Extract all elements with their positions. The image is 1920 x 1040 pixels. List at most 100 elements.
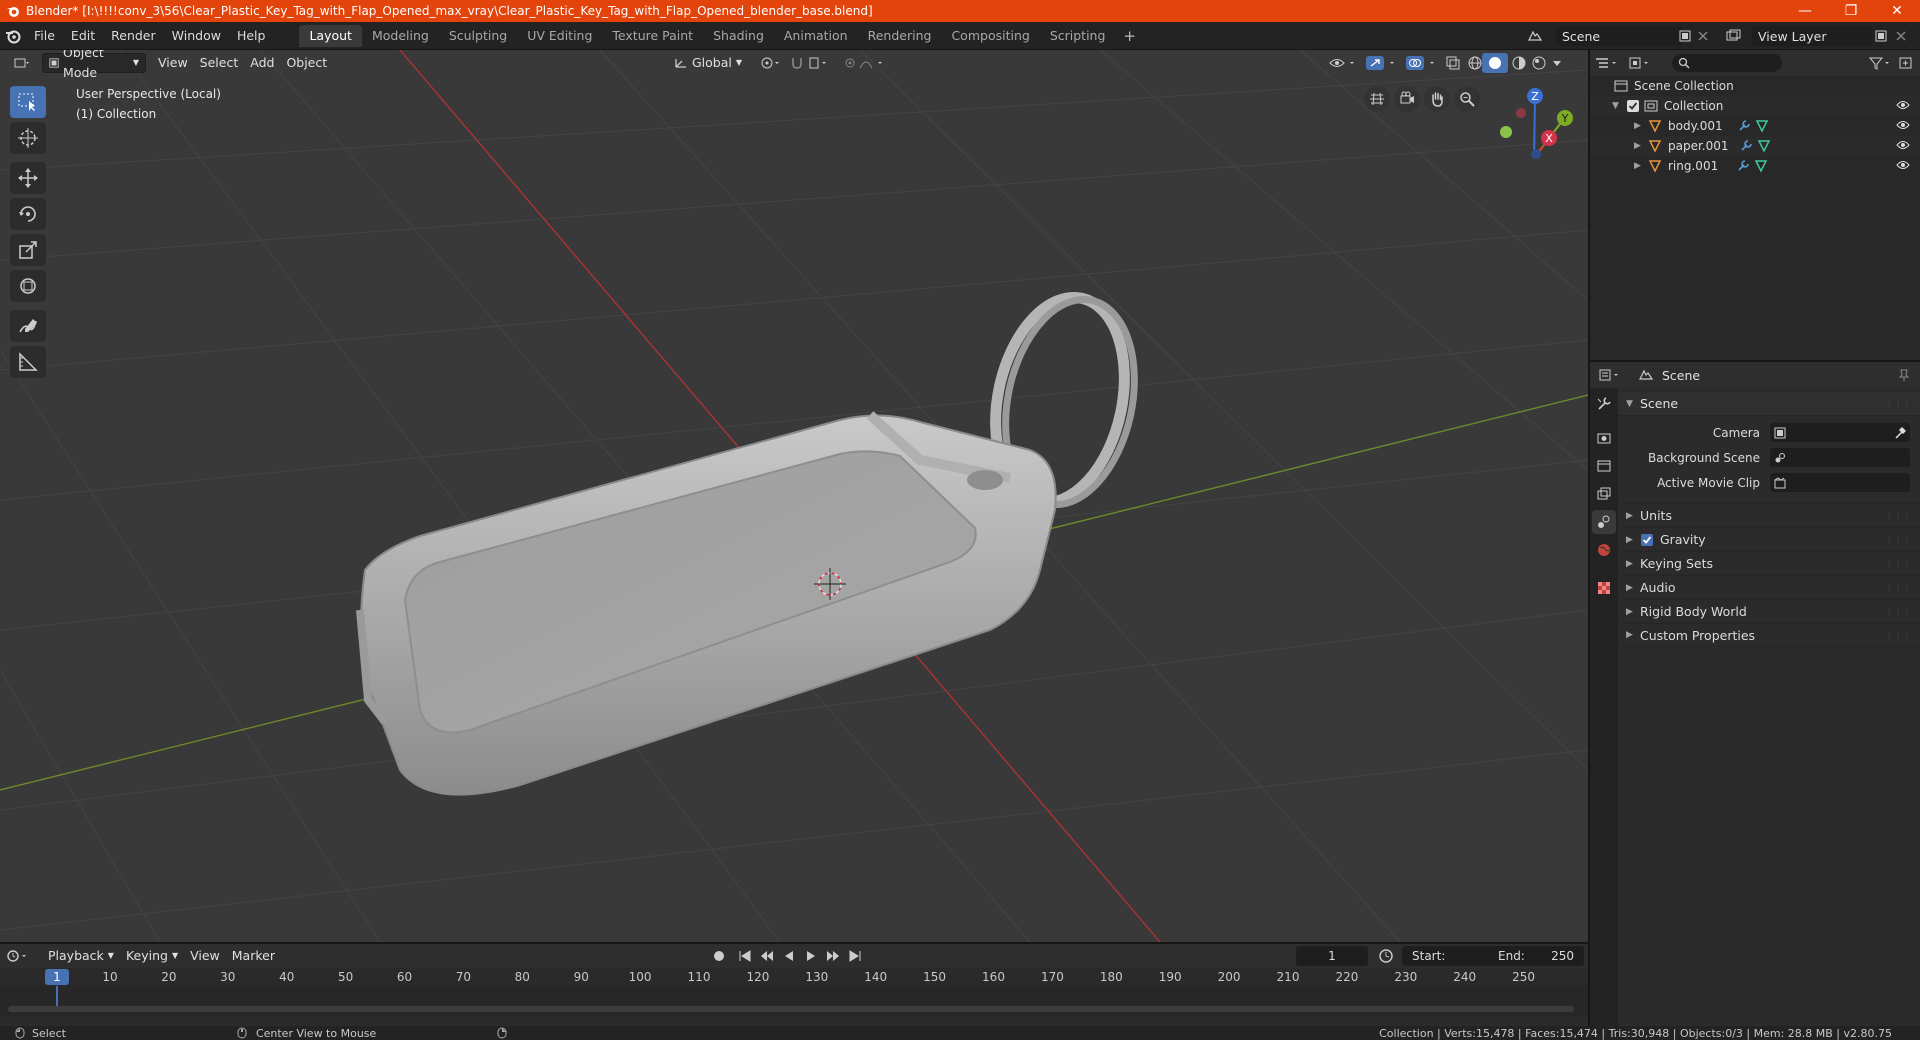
tab-texture-paint[interactable]: Texture Paint — [602, 25, 703, 47]
minimize-button[interactable]: — — [1782, 0, 1828, 22]
timeline-scrollbar[interactable] — [8, 1006, 1574, 1012]
tab-tool[interactable] — [1592, 392, 1616, 416]
new-view-layer-icon[interactable] — [1870, 26, 1892, 46]
menu-select[interactable]: Select — [194, 53, 245, 73]
snap-icon[interactable] — [784, 53, 836, 73]
mesh-data-icon[interactable] — [1755, 119, 1769, 133]
units-panel-header[interactable]: ▶ Units ⋮⋮⋮ — [1618, 503, 1920, 527]
play-icon[interactable] — [802, 948, 820, 964]
menu-object[interactable]: Object — [280, 53, 333, 73]
active-movie-clip-field[interactable] — [1770, 473, 1910, 492]
tree-row-object[interactable]: ▶ ring.001 — [1590, 156, 1920, 176]
pin-icon[interactable] — [1898, 368, 1910, 382]
eye-icon[interactable] — [1896, 119, 1910, 131]
tree-row-object[interactable]: ▶ body.001 — [1590, 116, 1920, 136]
select-box-tool[interactable] — [10, 86, 46, 118]
tree-row-scene-collection[interactable]: Scene Collection — [1590, 76, 1920, 96]
zoom-view-icon[interactable] — [1454, 86, 1480, 112]
drag-handle-icon[interactable]: ⋮⋮⋮ — [1885, 535, 1912, 544]
move-tool[interactable] — [10, 162, 46, 194]
visibility-selectability-icon[interactable] — [1322, 53, 1364, 73]
record-icon[interactable] — [710, 948, 728, 964]
jump-start-icon[interactable] — [736, 948, 754, 964]
tab-layout[interactable]: Layout — [299, 24, 362, 47]
tab-scripting[interactable]: Scripting — [1040, 25, 1116, 47]
timeline-playback-menu[interactable]: Playback ▼ — [42, 946, 120, 966]
view-layer-icon[interactable] — [1722, 26, 1744, 46]
outliner-search-input[interactable] — [1672, 54, 1782, 72]
expand-triangle-icon[interactable]: ▶ — [1634, 141, 1648, 151]
jump-end-icon[interactable] — [846, 948, 864, 964]
scale-tool[interactable] — [10, 234, 46, 266]
checkbox-icon[interactable] — [1626, 99, 1640, 113]
pivot-point-icon[interactable] — [754, 53, 788, 73]
tree-row-object[interactable]: ▶ paper.001 — [1590, 136, 1920, 156]
expand-triangle-icon[interactable]: ▶ — [1626, 559, 1640, 569]
menu-file[interactable]: File — [26, 25, 63, 47]
tab-render[interactable] — [1592, 426, 1616, 450]
jump-keyframe-back-icon[interactable] — [758, 948, 776, 964]
drag-handle-icon[interactable]: ⋮⋮⋮ — [1885, 583, 1912, 592]
tab-shading[interactable]: Shading — [703, 25, 774, 47]
transform-orientation-dropdown[interactable]: Global ▼ — [668, 53, 748, 73]
rotate-tool[interactable] — [10, 198, 46, 230]
3d-viewport[interactable]: Z Y X Object Mode ▼ View Select Add Obje… — [0, 50, 1588, 942]
collapse-triangle-icon[interactable]: ▼ — [1626, 399, 1640, 409]
eye-icon[interactable] — [1896, 159, 1910, 171]
display-mode-icon[interactable] — [1628, 56, 1654, 70]
expand-triangle-icon[interactable]: ▶ — [1626, 583, 1640, 593]
timeline-keying-menu[interactable]: Keying ▼ — [120, 946, 184, 966]
scene-selector[interactable]: Scene — [1556, 26, 1682, 46]
modifier-wrench-icon[interactable] — [1739, 139, 1753, 153]
proportional-editing-icon[interactable] — [838, 53, 894, 73]
shading-options-icon[interactable] — [1546, 53, 1568, 73]
drag-handle-icon[interactable]: ⋮⋮⋮ — [1885, 511, 1912, 520]
mesh-data-icon[interactable] — [1757, 139, 1771, 153]
expand-triangle-icon[interactable]: ▶ — [1626, 630, 1640, 640]
menu-help[interactable]: Help — [229, 25, 274, 47]
delete-view-layer-icon[interactable] — [1890, 26, 1912, 46]
camera-field[interactable] — [1770, 423, 1910, 442]
menu-window[interactable]: Window — [164, 25, 229, 47]
gravity-checkbox[interactable] — [1640, 533, 1654, 547]
tab-modeling[interactable]: Modeling — [362, 25, 439, 47]
object-mode-dropdown[interactable]: Object Mode ▼ — [42, 50, 146, 80]
expand-triangle-icon[interactable]: ▶ — [1634, 161, 1648, 171]
expand-triangle-icon[interactable]: ▶ — [1626, 535, 1640, 545]
transform-tool[interactable] — [10, 270, 46, 302]
collapse-triangle-icon[interactable]: ▼ — [1612, 101, 1626, 111]
play-reverse-icon[interactable] — [780, 948, 798, 964]
shading-solid-icon[interactable] — [1482, 53, 1508, 73]
tab-animation[interactable]: Animation — [774, 25, 858, 47]
tab-output[interactable] — [1592, 454, 1616, 478]
preview-range-clock-icon[interactable] — [1378, 948, 1394, 964]
tab-scene[interactable] — [1592, 510, 1616, 534]
eye-icon[interactable] — [1896, 99, 1910, 111]
maximize-button[interactable]: ❐ — [1828, 0, 1874, 22]
modifier-wrench-icon[interactable] — [1736, 159, 1750, 173]
tab-uv-editing[interactable]: UV Editing — [517, 25, 602, 47]
timeline-editor-type-icon[interactable] — [6, 949, 32, 963]
menu-add[interactable]: Add — [244, 53, 280, 73]
outliner-editor-type-icon[interactable] — [1594, 56, 1620, 70]
eye-icon[interactable] — [1896, 139, 1910, 151]
expand-triangle-icon[interactable]: ▶ — [1626, 511, 1640, 521]
jump-keyframe-forward-icon[interactable] — [824, 948, 842, 964]
custom-properties-panel-header[interactable]: ▶ Custom Properties ⋮⋮⋮ — [1618, 623, 1920, 647]
add-workspace-button[interactable]: + — [1115, 27, 1144, 45]
drag-handle-icon[interactable]: ⋮⋮⋮ — [1885, 607, 1912, 616]
drag-handle-icon[interactable]: ⋮⋮⋮ — [1885, 399, 1912, 408]
pan-view-hand-icon[interactable] — [1424, 86, 1450, 112]
rigid-body-world-panel-header[interactable]: ▶ Rigid Body World ⋮⋮⋮ — [1618, 599, 1920, 623]
background-scene-field[interactable] — [1770, 448, 1910, 467]
menu-edit[interactable]: Edit — [63, 25, 103, 47]
tab-sculpting[interactable]: Sculpting — [439, 25, 517, 47]
scene-type-icon[interactable] — [1524, 26, 1546, 46]
mesh-data-icon[interactable] — [1754, 159, 1768, 173]
tab-world[interactable] — [1592, 538, 1616, 562]
timeline-view-menu[interactable]: View — [184, 946, 226, 966]
measure-tool[interactable] — [10, 346, 46, 378]
filter-icon[interactable] — [1868, 56, 1894, 70]
drag-handle-icon[interactable]: ⋮⋮⋮ — [1885, 559, 1912, 568]
timeline-ruler[interactable]: 1 10 20 30 40 50 60 70 80 90 100 110 120 130 140 150 160… — [0, 968, 1588, 986]
